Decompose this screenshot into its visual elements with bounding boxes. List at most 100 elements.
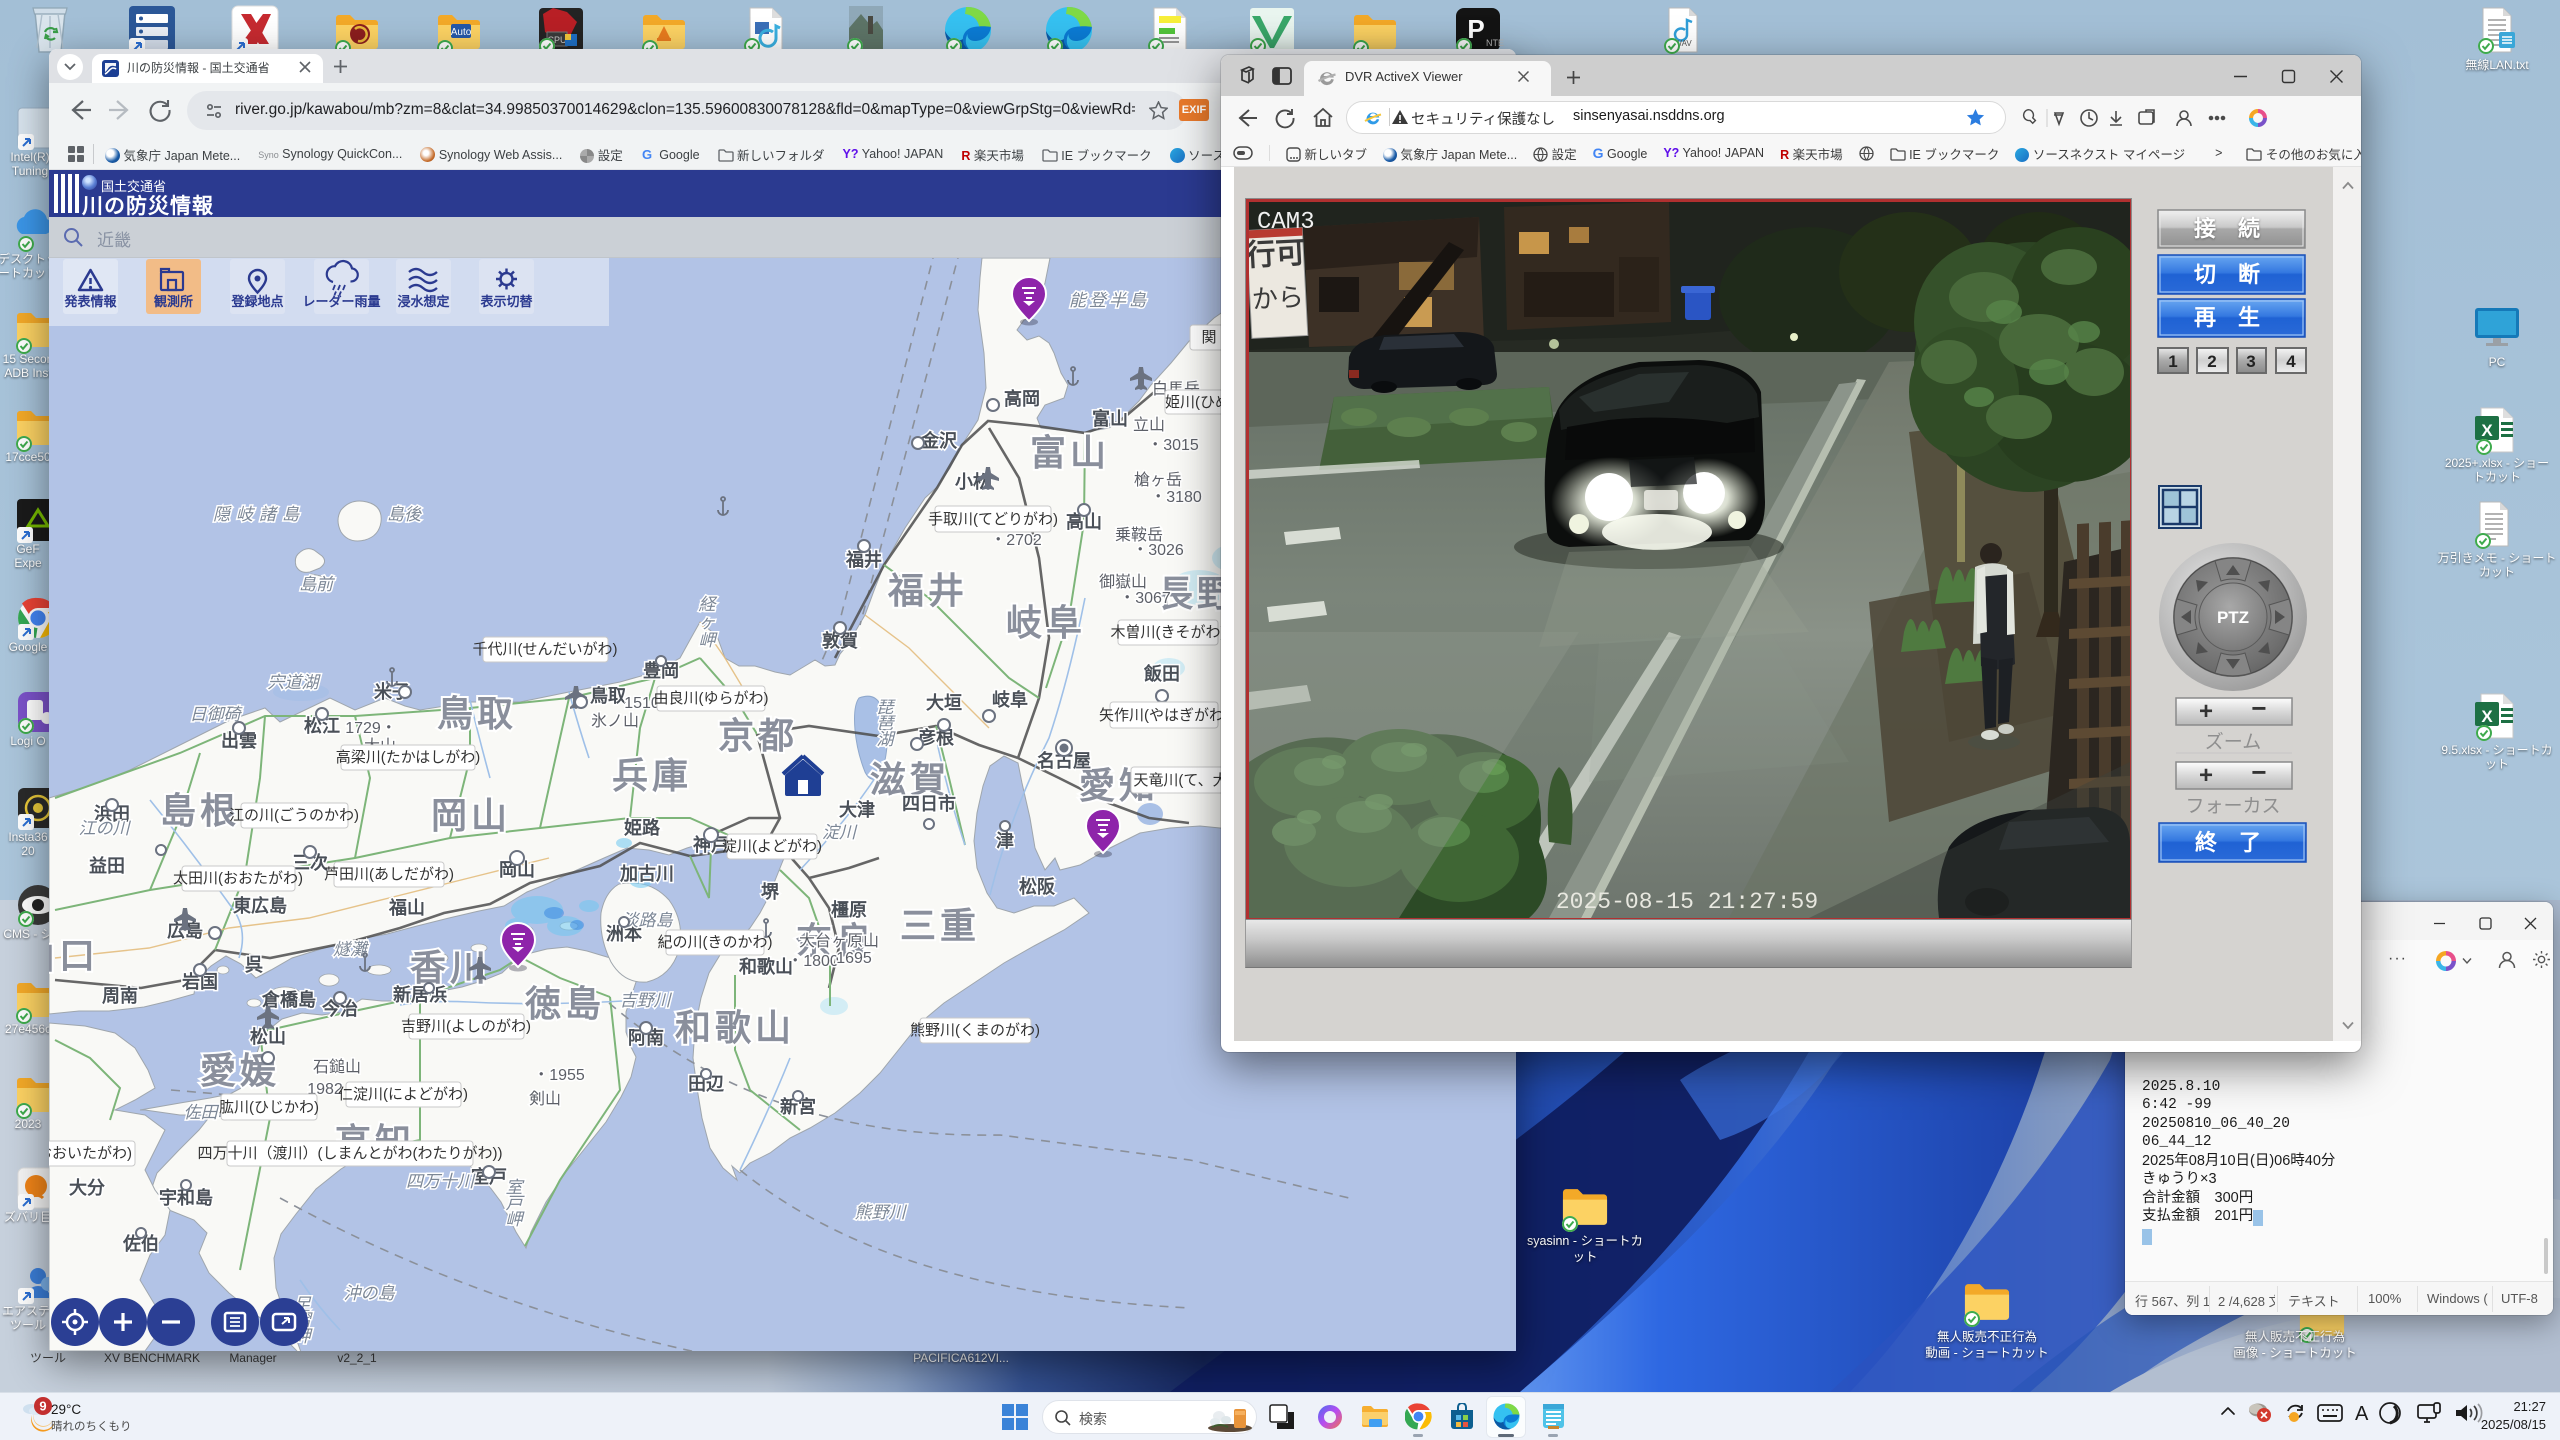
svg-text:四万十川: 四万十川	[406, 1172, 476, 1191]
svg-text:江の川(ごうのかわ): 江の川(ごうのかわ)	[229, 807, 359, 824]
svg-text:東広島: 東広島	[233, 895, 287, 916]
svg-text:和歌山: 和歌山	[675, 1007, 795, 1048]
svg-text:PC: PC	[2489, 355, 2506, 369]
svg-text:17cce50: 17cce50	[5, 450, 51, 464]
svg-text:ズバリ巨: ズバリ巨	[4, 1209, 52, 1224]
svg-text:吉野川(よしのがわ): 吉野川(よしのがわ)	[401, 1018, 531, 1035]
svg-text:和歌山: 和歌山	[739, 956, 793, 977]
svg-text:Auto: Auto	[451, 27, 472, 38]
svg-text:・1955: ・1955	[533, 1067, 585, 1084]
svg-text:手取川(てどりがわ): 手取川(てどりがわ)	[928, 511, 1058, 528]
svg-text:岐阜: 岐阜	[1006, 602, 1086, 643]
svg-text:20: 20	[21, 844, 35, 858]
svg-text:木曽川(きそがわ): 木曽川(きそがわ)	[1111, 624, 1226, 641]
svg-text:島後: 島後	[387, 505, 422, 524]
svg-text:宍道湖: 宍道湖	[268, 673, 322, 692]
svg-text:・3067: ・3067	[1119, 590, 1171, 607]
svg-text:3: 3	[2246, 352, 2255, 371]
svg-text:飯田: 飯田	[1143, 663, 1180, 684]
svg-text:富山: 富山	[1030, 432, 1110, 473]
svg-text:行可: 行可	[1249, 236, 1306, 272]
svg-text:大垣: 大垣	[926, 692, 962, 713]
svg-text:兵庫: 兵庫	[612, 755, 692, 796]
svg-text:切 断: 切 断	[2194, 262, 2268, 287]
svg-text:XV BENCHMARK: XV BENCHMARK	[104, 1351, 200, 1365]
svg-text:ツール: ツール	[30, 1351, 66, 1365]
svg-text:紀の川(きのかわ): 紀の川(きのかわ)	[658, 934, 773, 951]
svg-text:終 了: 終 了	[2195, 830, 2269, 855]
svg-text:PACIFICA612VI...: PACIFICA612VI...	[913, 1351, 1009, 1365]
svg-text:岐阜: 岐阜	[992, 689, 1028, 710]
svg-text:(おおいたがわ): (おおいたがわ)	[49, 1145, 132, 1162]
svg-text:四日市: 四日市	[902, 793, 956, 814]
svg-text:石鎚山: 石鎚山	[313, 1058, 361, 1076]
svg-text:・3180: ・3180	[1150, 489, 1202, 506]
svg-text:A: A	[2355, 1403, 2369, 1425]
svg-text:立山: 立山	[1133, 416, 1165, 434]
svg-text:仁淀川(によどがわ): 仁淀川(によどがわ)	[338, 1086, 468, 1103]
svg-text:淀川: 淀川	[822, 823, 858, 842]
svg-text:加古川: 加古川	[619, 863, 674, 884]
svg-text:熊野川(くまのがわ): 熊野川(くまのがわ)	[910, 1022, 1040, 1039]
svg-text:・1800: ・1800	[787, 953, 839, 970]
svg-text:15 Secon: 15 Secon	[3, 352, 54, 366]
svg-text:1729・: 1729・	[345, 720, 397, 737]
svg-text:画像 - ショートカット: 画像 - ショートカット	[2233, 1346, 2357, 1360]
svg-text:P: P	[1467, 14, 1484, 44]
svg-text:+: +	[2199, 762, 2213, 789]
svg-text:江の川: 江の川	[79, 819, 132, 838]
svg-text:G: G	[642, 147, 652, 162]
svg-text:エアステ-: エアステ-	[2, 1304, 54, 1318]
svg-text:島根: 島根	[160, 790, 240, 831]
svg-text:富山: 富山	[1092, 408, 1128, 429]
svg-text:ヶ: ヶ	[699, 613, 716, 632]
svg-text:氷ノ山: 氷ノ山	[591, 712, 639, 730]
svg-text:Tuning: Tuning	[12, 164, 48, 178]
svg-text:山口: 山口	[49, 935, 99, 976]
svg-text:27e456c: 27e456c	[5, 1022, 51, 1036]
svg-text:大津: 大津	[839, 799, 875, 820]
svg-text:由良川(ゆらがわ): 由良川(ゆらがわ)	[654, 690, 769, 707]
svg-text:再 生: 再 生	[2194, 305, 2268, 330]
svg-text:・3015: ・3015	[1147, 437, 1199, 454]
svg-text:太田川(おおたがわ): 太田川(おおたがわ)	[173, 870, 303, 887]
svg-text:−: −	[2251, 693, 2266, 723]
svg-text:レーダー雨量: レーダー雨量	[302, 294, 380, 309]
svg-text:接 続: 接 続	[2194, 216, 2268, 241]
svg-text:大台ヶ原山: 大台ヶ原山	[799, 932, 879, 950]
svg-text:松山: 松山	[250, 1026, 286, 1047]
svg-text:松阪: 松阪	[1019, 876, 1056, 897]
svg-text:発表情報: 発表情報	[63, 294, 117, 309]
svg-text:熊野川: 熊野川	[855, 1203, 908, 1222]
svg-text:4: 4	[2286, 352, 2296, 371]
svg-text:益田: 益田	[89, 855, 125, 876]
svg-text:1695: 1695	[836, 950, 872, 967]
svg-text:芦田川(あしだがわ): 芦田川(あしだがわ)	[324, 866, 454, 883]
svg-text:Expe: Expe	[14, 556, 42, 570]
svg-text:経: 経	[699, 595, 718, 614]
svg-text:syasinn - ショートカ: syasinn - ショートカ	[1527, 1234, 1643, 1248]
svg-text:高梁川(たかはしがわ): 高梁川(たかはしがわ)	[336, 749, 480, 766]
svg-text:津: 津	[996, 830, 1014, 851]
svg-text:−: −	[2251, 757, 2266, 787]
svg-text:・2702: ・2702	[990, 532, 1042, 549]
svg-text:無線LAN.txt: 無線LAN.txt	[2465, 57, 2529, 72]
svg-text:v2_2_1: v2_2_1	[337, 1351, 377, 1365]
svg-text:Google: Google	[9, 640, 48, 654]
svg-text:ADB Inst: ADB Inst	[4, 366, 52, 380]
svg-text:観測所: 観測所	[153, 294, 193, 309]
svg-text:Logi O: Logi O	[10, 734, 45, 748]
svg-text:無人販売不正行為: 無人販売不正行為	[2245, 1329, 2345, 1344]
svg-text:堺: 堺	[761, 881, 780, 902]
svg-text:+: +	[2199, 698, 2213, 725]
svg-text:隠岐諸島: 隠岐諸島	[213, 505, 305, 524]
svg-text:福井: 福井	[887, 570, 968, 611]
svg-text:周南: 周南	[102, 985, 138, 1006]
svg-text:日御碕: 日御碕	[190, 705, 244, 724]
svg-text:岡山: 岡山	[431, 795, 511, 836]
svg-text:登録地点: 登録地点	[230, 294, 283, 309]
svg-text:大分: 大分	[69, 1177, 105, 1198]
svg-text:姫路: 姫路	[624, 817, 661, 838]
svg-text:矢作川(やはぎがわ): 矢作川(やはぎがわ)	[1099, 707, 1229, 724]
svg-text:Insta36: Insta36	[8, 830, 48, 844]
